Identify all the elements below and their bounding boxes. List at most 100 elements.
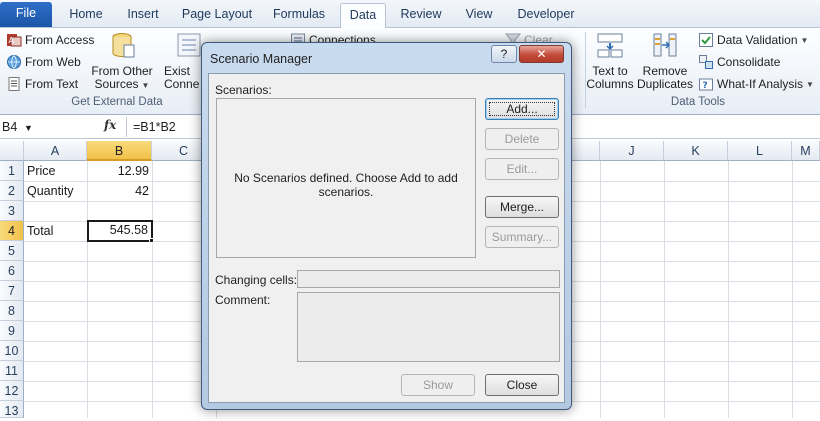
tab-file[interactable]: File (0, 2, 52, 27)
row-header[interactable]: 8 (0, 301, 24, 321)
from-other-sources-button[interactable]: From Other Sources ▼ (90, 30, 154, 92)
from-other-sources-line2: Sources (94, 77, 139, 91)
cell-a1[interactable]: Price (24, 161, 87, 181)
tab-developer[interactable]: Developer (512, 3, 580, 27)
svg-text:?: ? (703, 81, 708, 91)
row-header[interactable]: 12 (0, 381, 24, 401)
access-icon: A (7, 34, 22, 47)
close-button[interactable]: Close (485, 374, 559, 396)
chevron-down-icon: ▼ (800, 35, 809, 45)
what-if-analysis-button[interactable]: ? What-If Analysis ▼ (698, 74, 814, 94)
merge-button[interactable]: Merge... (485, 196, 559, 218)
ribbon-tab-bar: File Home Insert Page Layout Formulas Da… (0, 0, 820, 29)
comment-label: Comment: (215, 293, 271, 307)
text-to-columns-line2: Columns (586, 77, 634, 91)
gridline (152, 161, 153, 418)
connection-icon (177, 33, 201, 57)
consolidate-label: Consolidate (717, 55, 781, 69)
column-header[interactable]: L (728, 141, 792, 161)
focus-ring (489, 102, 555, 116)
from-access-button[interactable]: A From Access (6, 30, 94, 50)
remove-duplicates-button[interactable]: Remove Duplicates (636, 30, 694, 91)
text-to-columns-line1: Text to (592, 64, 628, 78)
row-header[interactable]: 11 (0, 361, 24, 381)
row-header[interactable]: 4 (0, 221, 24, 241)
summary-button[interactable]: Summary... (485, 226, 559, 248)
gridline (792, 161, 793, 418)
existing-connections-line2: Conne (164, 77, 200, 91)
row-header[interactable]: 1 (0, 161, 24, 181)
dialog-title: Scenario Manager (210, 52, 313, 66)
cell-b1[interactable]: 12.99 (87, 161, 152, 181)
show-button[interactable]: Show (401, 374, 475, 396)
row-header[interactable]: 6 (0, 261, 24, 281)
from-text-label: From Text (25, 77, 79, 91)
tab-home[interactable]: Home (62, 3, 110, 27)
cell-b2[interactable]: 42 (87, 181, 152, 201)
chevron-down-icon: ▼ (806, 79, 814, 89)
cell-b4-selected[interactable]: 545.58 (87, 220, 153, 242)
help-icon: ? (500, 47, 508, 61)
empty-scenarios-message: No Scenarios defined. Choose Add to add … (234, 171, 458, 199)
column-header[interactable]: K (664, 141, 728, 161)
column-header[interactable]: M (792, 141, 820, 161)
scenarios-list[interactable]: No Scenarios defined. Choose Add to add … (216, 98, 476, 258)
remove-duplicates-line2: Duplicates (636, 77, 694, 91)
name-box[interactable]: B4 (0, 117, 40, 137)
select-all-corner[interactable] (0, 141, 24, 161)
text-to-columns-button[interactable]: Text to Columns (586, 30, 634, 91)
tab-page-layout[interactable]: Page Layout (178, 3, 256, 27)
scenario-manager-dialog: Scenario Manager ? ✕ Scenarios: No Scena… (201, 42, 572, 410)
insert-function-icon[interactable]: fx (104, 118, 116, 132)
from-web-button[interactable]: From Web (6, 52, 81, 72)
database-icon (112, 33, 135, 58)
cell-a4[interactable]: Total (24, 221, 87, 241)
column-header[interactable]: B (87, 141, 152, 161)
changing-cells-field[interactable] (297, 270, 560, 288)
from-other-sources-line1: From Other (91, 64, 153, 78)
gridline (664, 161, 665, 418)
row-header[interactable]: 5 (0, 241, 24, 261)
chevron-down-icon[interactable]: ▼ (24, 123, 33, 133)
delete-button[interactable]: Delete (485, 128, 559, 150)
tab-data[interactable]: Data (340, 3, 386, 29)
text-file-icon (8, 77, 20, 91)
add-button[interactable]: Add... (485, 98, 559, 120)
consolidate-button[interactable]: Consolidate (698, 52, 780, 72)
scenarios-label: Scenarios: (215, 83, 272, 97)
consolidate-icon (699, 55, 713, 69)
group-label-data-tools: Data Tools (670, 96, 726, 108)
title-close-button[interactable]: ✕ (519, 45, 564, 63)
comment-field[interactable] (297, 292, 560, 362)
what-if-icon: ? (699, 78, 713, 91)
column-header[interactable]: J (600, 141, 664, 161)
dialog-body: Scenarios: No Scenarios defined. Choose … (208, 73, 565, 403)
tab-formulas[interactable]: Formulas (266, 3, 332, 27)
row-header[interactable]: 2 (0, 181, 24, 201)
from-access-label: From Access (25, 33, 95, 47)
from-web-label: From Web (25, 55, 81, 69)
edit-button[interactable]: Edit... (485, 158, 559, 180)
data-validation-button[interactable]: Data Validation ▼ (698, 30, 808, 50)
column-header[interactable]: A (24, 141, 87, 161)
existing-connections-line1: Exist (164, 64, 191, 78)
row-header[interactable]: 9 (0, 321, 24, 341)
remove-duplicates-line1: Remove (642, 64, 688, 78)
row-header[interactable]: 13 (0, 401, 24, 418)
remove-duplicates-icon (653, 33, 677, 57)
help-button[interactable]: ? (491, 45, 517, 63)
row-header[interactable]: 3 (0, 201, 24, 221)
data-validation-icon (699, 33, 713, 47)
tab-view[interactable]: View (458, 3, 500, 27)
cell-a2[interactable]: Quantity (24, 181, 87, 201)
tab-review[interactable]: Review (394, 3, 448, 27)
row-header[interactable]: 10 (0, 341, 24, 361)
text-to-columns-icon (597, 33, 623, 58)
group-label-get-external-data: Get External Data (71, 96, 163, 108)
tab-insert[interactable]: Insert (118, 3, 168, 27)
changing-cells-label: Changing cells: (215, 273, 298, 287)
existing-connections-button[interactable]: Exist Conne (164, 30, 204, 91)
fill-handle[interactable] (149, 238, 154, 243)
row-header[interactable]: 7 (0, 281, 24, 301)
from-text-button[interactable]: From Text (6, 74, 78, 94)
